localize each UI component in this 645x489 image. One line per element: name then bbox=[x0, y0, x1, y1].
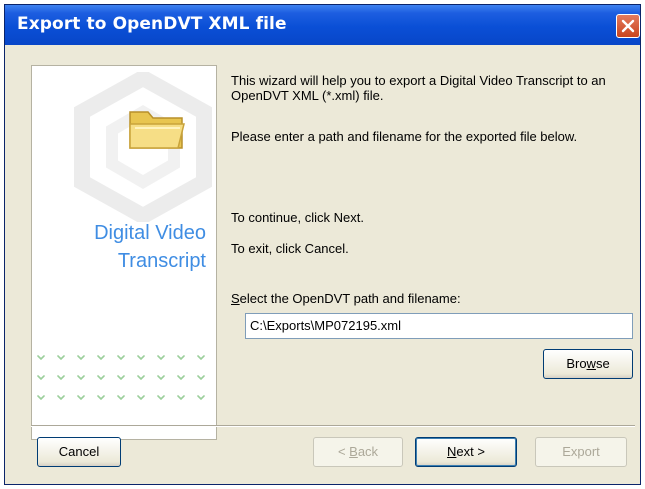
browse-label-post: se bbox=[595, 356, 610, 371]
window-title: Export to OpenDVT XML file bbox=[17, 14, 287, 34]
back-label-mnemonic: B bbox=[349, 444, 358, 459]
path-input[interactable]: C:\Exports\MP072195.xml bbox=[245, 313, 633, 339]
exit-text: To exit, click Cancel. bbox=[231, 241, 349, 256]
close-icon bbox=[621, 19, 635, 33]
path-label-rest: elect the OpenDVT path and filename: bbox=[239, 291, 461, 306]
cancel-button[interactable]: Cancel bbox=[37, 437, 121, 467]
export-wizard-dialog: Export to OpenDVT XML file Digital Video… bbox=[4, 4, 641, 485]
button-separator-highlight bbox=[31, 426, 635, 427]
instruction-text: Please enter a path and filename for the… bbox=[231, 129, 578, 144]
path-label-mnemonic: S bbox=[231, 291, 240, 306]
browse-button[interactable]: Browse bbox=[543, 349, 633, 379]
path-label: Select the OpenDVT path and filename: bbox=[231, 291, 461, 306]
browse-label-mnemonic: w bbox=[586, 356, 596, 371]
back-button[interactable]: < Back bbox=[313, 437, 403, 467]
intro-text: This wizard will help you to export a Di… bbox=[231, 73, 606, 103]
close-button[interactable] bbox=[616, 14, 640, 38]
decorative-dots-pattern bbox=[37, 355, 205, 401]
next-button[interactable]: Next > bbox=[415, 437, 517, 467]
next-label-post: ext > bbox=[456, 444, 485, 459]
continue-text: To continue, click Next. bbox=[231, 210, 364, 225]
brand-text-line2: Transcript bbox=[117, 250, 206, 272]
brand-text-line1: Digital Video bbox=[94, 222, 206, 244]
back-label-pre: < bbox=[337, 444, 350, 459]
export-button[interactable]: Export bbox=[535, 437, 627, 467]
back-label-post: ack bbox=[357, 444, 379, 459]
dialog-body: Digital Video Transcript This wizard wil… bbox=[5, 45, 640, 484]
folder-icon bbox=[129, 111, 185, 149]
browse-label-pre: Bro bbox=[566, 356, 587, 371]
wizard-side-panel: Digital Video Transcript bbox=[31, 65, 217, 440]
next-label-mnemonic: N bbox=[447, 444, 457, 459]
title-bar[interactable]: Export to OpenDVT XML file bbox=[5, 5, 640, 45]
